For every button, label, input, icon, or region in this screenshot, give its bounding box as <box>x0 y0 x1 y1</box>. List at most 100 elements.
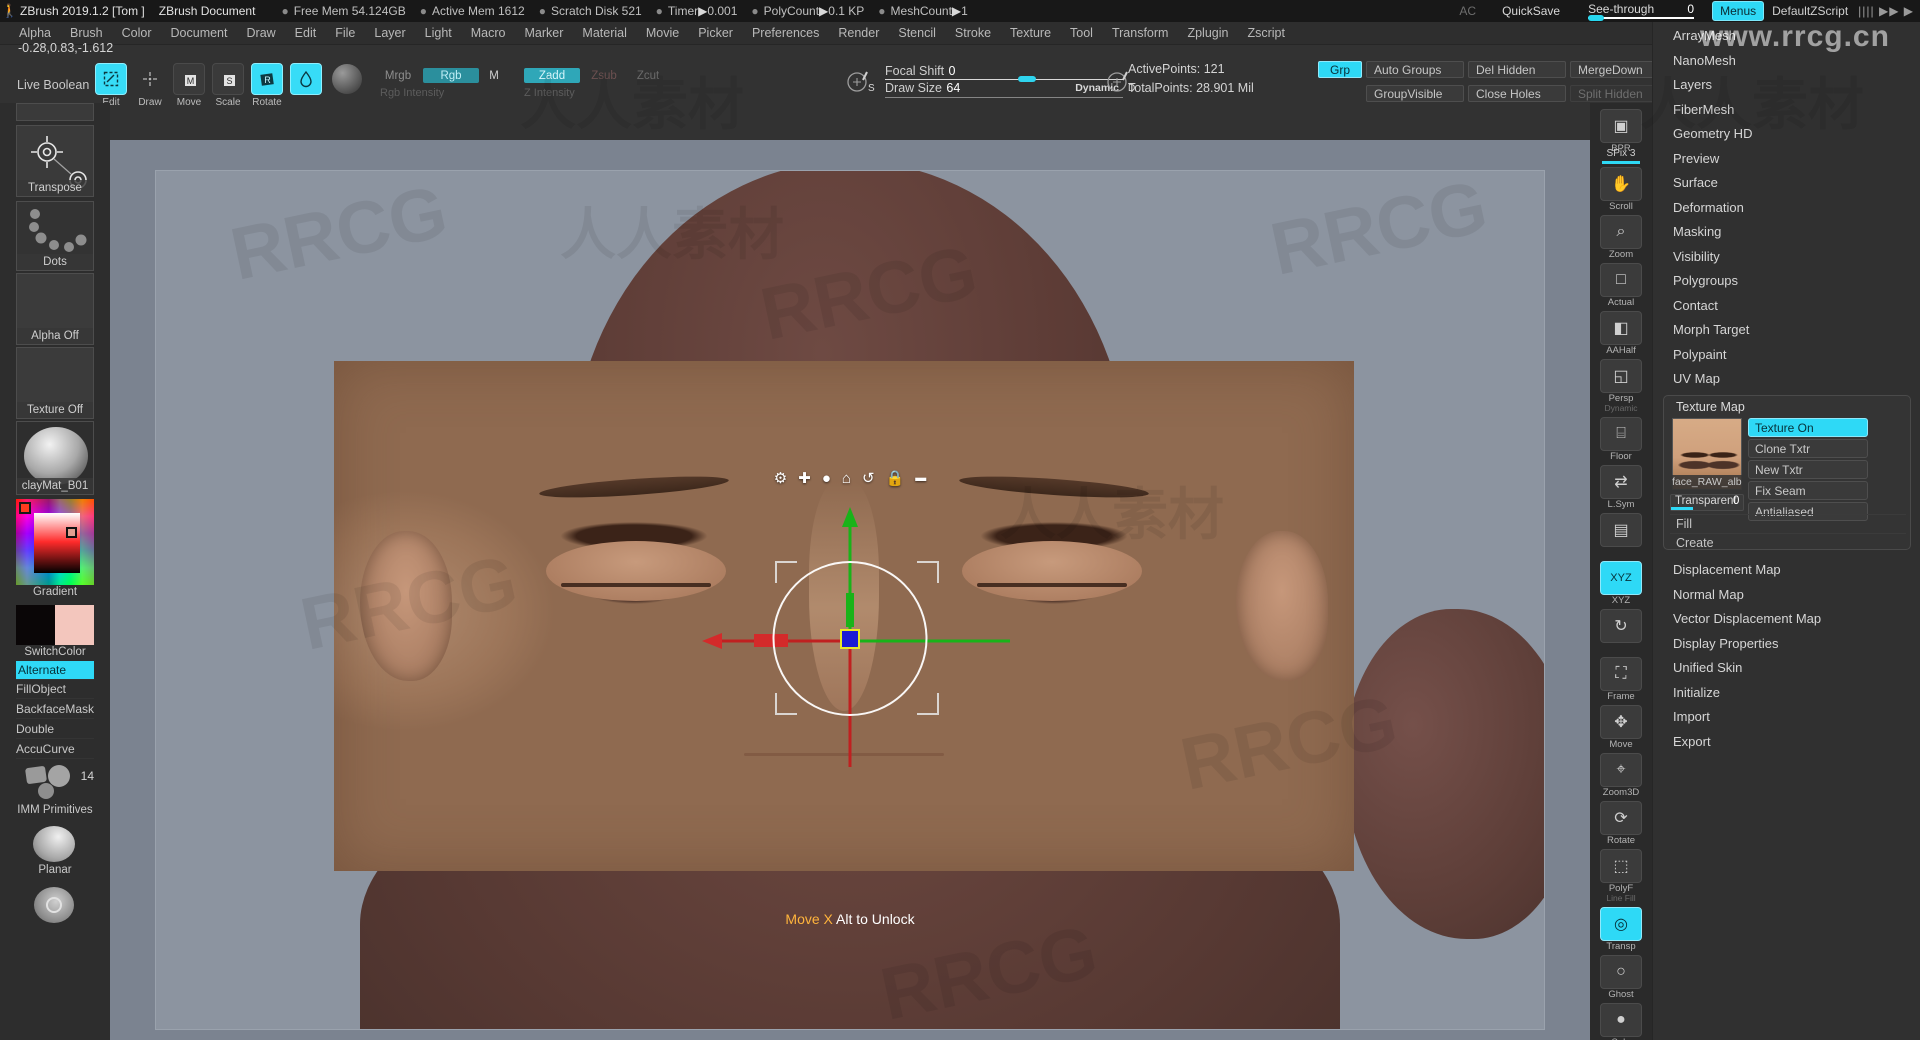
menu-item-macro[interactable]: Macro <box>462 24 515 42</box>
color-swatch-marker[interactable] <box>19 502 31 514</box>
transpose-thumbnail[interactable]: Transpose <box>16 125 94 197</box>
menu-item-edit[interactable]: Edit <box>286 24 326 42</box>
move-rail-icon[interactable]: ✥ <box>1600 705 1642 739</box>
stroke-s-icon[interactable]: S <box>845 66 875 99</box>
transp-shelf-icon[interactable]: ▤ <box>1600 513 1642 547</box>
menu-item-preferences[interactable]: Preferences <box>743 24 828 42</box>
panel-item-export[interactable]: Export <box>1673 734 1711 749</box>
menu-item-stencil[interactable]: Stencil <box>889 24 945 42</box>
bar-icon[interactable]: ▬ <box>915 473 926 484</box>
menu-item-alpha[interactable]: Alpha <box>10 24 60 42</box>
ghost-icon[interactable]: ○ <box>1600 955 1642 989</box>
gizmo-bracket-br[interactable] <box>917 693 939 715</box>
panel-item-layers[interactable]: Layers <box>1673 77 1712 92</box>
panel-item-morph-target[interactable]: Morph Target <box>1673 322 1749 337</box>
panel-item-masking[interactable]: Masking <box>1673 224 1721 239</box>
local-symmetry-icon[interactable]: ⇄ <box>1600 465 1642 499</box>
gizmo-icon-bar[interactable]: ⚙ ✚ ● ⌂ ↺ 🔒 ▬ <box>774 471 926 486</box>
live-boolean-button[interactable]: Live Boolean <box>17 78 89 92</box>
panel-item-polygroups[interactable]: Polygroups <box>1673 273 1738 288</box>
menu-item-zscript[interactable]: Zscript <box>1238 24 1294 42</box>
bpr-icon[interactable]: ▣ <box>1600 109 1642 143</box>
spiral-brush-thumbnail[interactable] <box>16 885 94 925</box>
menu-item-layer[interactable]: Layer <box>365 24 414 42</box>
menu-item-brush[interactable]: Brush <box>61 24 112 42</box>
location-icon[interactable]: ● <box>822 471 831 486</box>
fix-seam-button[interactable]: Fix Seam <box>1748 481 1868 500</box>
menu-item-texture[interactable]: Texture <box>1001 24 1060 42</box>
primary-color-swatch[interactable] <box>16 605 55 645</box>
double-toggle[interactable]: Double <box>16 720 94 739</box>
scroll-hand-icon[interactable]: ✋ <box>1600 167 1642 201</box>
transparency-icon[interactable]: ◎ <box>1600 907 1642 941</box>
draw-button[interactable] <box>134 63 166 95</box>
fill-object-button[interactable]: FillObject <box>16 680 94 699</box>
rotate-rail-icon[interactable]: ⟳ <box>1600 801 1642 835</box>
see-through-slider[interactable]: See-through 0 <box>1588 0 1700 22</box>
home-icon[interactable]: ⌂ <box>842 471 851 486</box>
lock-icon[interactable]: 🔒 <box>886 471 905 486</box>
material-sphere-icon[interactable] <box>332 64 362 94</box>
menu-item-render[interactable]: Render <box>829 24 888 42</box>
spix-bar[interactable] <box>1602 161 1640 164</box>
imm-primitives-thumbnail[interactable]: 14 IMM Primitives <box>16 763 94 816</box>
focal-shift-slider[interactable]: Focal Shift 0 <box>885 62 1123 82</box>
menu-item-tool[interactable]: Tool <box>1061 24 1102 42</box>
reset-icon[interactable]: ↺ <box>862 471 875 486</box>
zoom-icon[interactable]: ⌕ <box>1600 215 1642 249</box>
gizmo-bracket-tl[interactable] <box>775 561 797 583</box>
xyz-axis-icon[interactable]: XYZ <box>1600 561 1642 595</box>
menu-item-stroke[interactable]: Stroke <box>946 24 1000 42</box>
menu-item-draw[interactable]: Draw <box>238 24 285 42</box>
panel-item-nanomesh[interactable]: NanoMesh <box>1673 53 1736 68</box>
stroke-dots-thumbnail[interactable]: Dots <box>16 201 94 271</box>
panel-item-vector-displacement-map[interactable]: Vector Displacement Map <box>1673 611 1821 626</box>
move-button[interactable]: M <box>173 63 205 95</box>
menu-item-document[interactable]: Document <box>162 24 237 42</box>
panel-item-fibermesh[interactable]: FiberMesh <box>1673 102 1734 117</box>
color-cursor-marker[interactable] <box>66 527 77 538</box>
switch-color-swatches[interactable]: SwitchColor <box>16 605 94 658</box>
panel-item-displacement-map[interactable]: Displacement Map <box>1673 562 1781 577</box>
menu-item-file[interactable]: File <box>326 24 364 42</box>
accu-curve-toggle[interactable]: AccuCurve <box>16 740 94 759</box>
gizmo-center-handle[interactable] <box>840 629 860 649</box>
scale-button[interactable]: S <box>212 63 244 95</box>
draw-size-slider[interactable]: Draw Size 64 Dynamic <box>885 79 1123 98</box>
menu-item-picker[interactable]: Picker <box>689 24 742 42</box>
create-button[interactable]: Create <box>1670 533 1906 552</box>
alternate-toggle[interactable]: Alternate <box>16 661 94 680</box>
edit-button[interactable] <box>95 63 127 95</box>
gizmo-bracket-tr[interactable] <box>917 561 939 583</box>
stroke-thumbnail[interactable] <box>16 103 94 121</box>
panel-item-normal-map[interactable]: Normal Map <box>1673 587 1744 602</box>
panel-item-import[interactable]: Import <box>1673 709 1710 724</box>
see-through-knob[interactable] <box>1588 15 1605 21</box>
ac-label[interactable]: AC <box>1459 4 1476 18</box>
panel-item-initialize[interactable]: Initialize <box>1673 685 1720 700</box>
color-picker[interactable]: Gradient <box>16 499 94 598</box>
transparent-slider[interactable]: Transparent 0 <box>1670 494 1744 511</box>
actual-size-icon[interactable]: □ <box>1600 263 1642 297</box>
drop-now-button[interactable] <box>290 63 322 95</box>
rgb-button[interactable]: Rgb <box>423 68 479 83</box>
menu-item-zplugin[interactable]: Zplugin <box>1178 24 1237 42</box>
rotate-button[interactable]: R <box>251 63 283 95</box>
alpha-thumbnail[interactable]: Alpha Off <box>16 273 94 345</box>
title-overflow-icon[interactable]: |||| ▶▶ ▶ <box>1858 4 1914 18</box>
texture-on-button[interactable]: Texture On <box>1748 418 1868 437</box>
menu-item-transform[interactable]: Transform <box>1103 24 1178 42</box>
zscript-label[interactable]: DefaultZScript <box>1772 4 1848 18</box>
zsub-button[interactable]: Zsub <box>586 68 622 83</box>
fill-button[interactable]: Fill <box>1670 514 1906 533</box>
gizmo-bracket-bl[interactable] <box>775 693 797 715</box>
solo-icon[interactable]: ● <box>1600 1003 1642 1037</box>
menu-item-color[interactable]: Color <box>113 24 161 42</box>
new-txtr-button[interactable]: New Txtr <box>1748 460 1868 479</box>
backface-mask-toggle[interactable]: BackfaceMask <box>16 700 94 719</box>
panel-item-polypaint[interactable]: Polypaint <box>1673 347 1726 362</box>
grp-button[interactable]: Grp <box>1318 61 1362 78</box>
frame-icon[interactable]: ⛶ <box>1600 657 1642 691</box>
material-thumbnail[interactable]: clayMat_B01 <box>16 421 94 495</box>
secondary-color-swatch[interactable] <box>55 605 94 645</box>
